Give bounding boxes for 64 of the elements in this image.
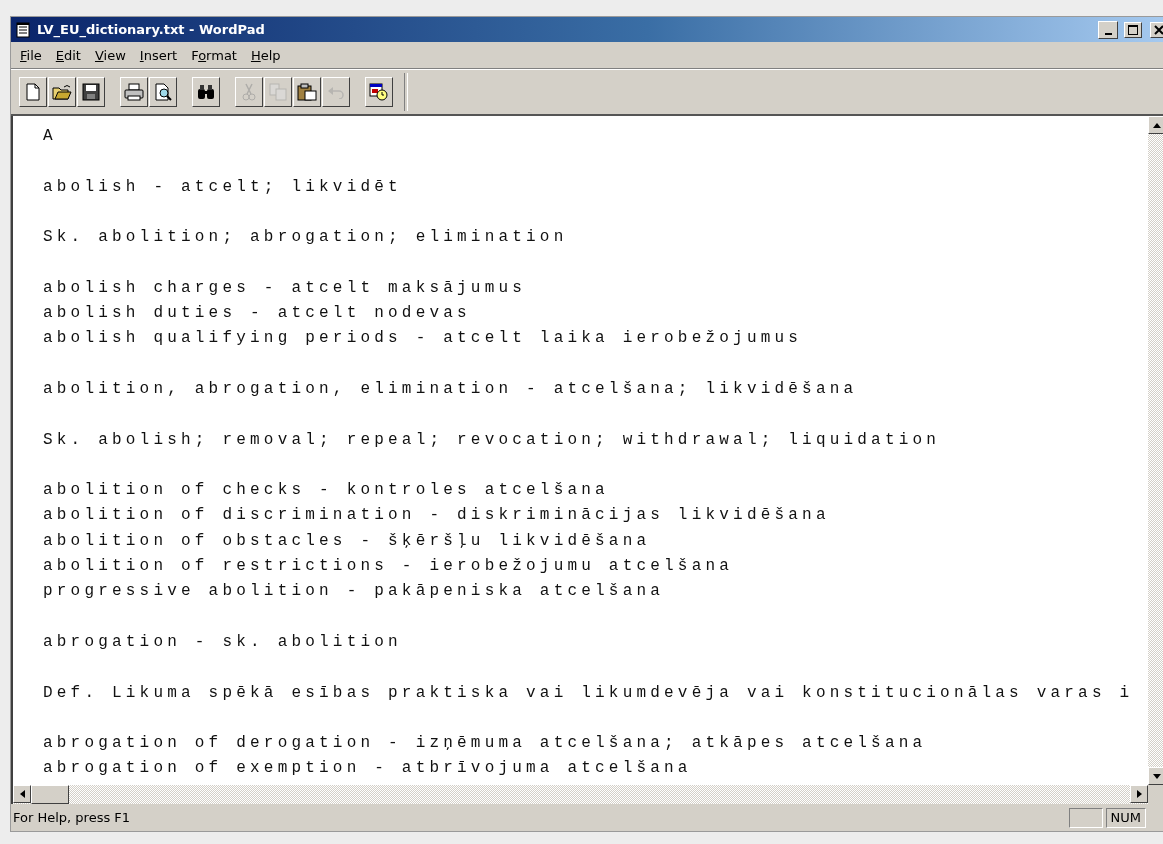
minimize-button[interactable] [1098,20,1118,39]
menu-item[interactable]: Insert [132,47,185,63]
text-line: abolish qualifying periods - atcelt laika ierobežojumus [43,328,803,350]
text-line: abolition of obstacles - šķēršļu likvidēšana [43,530,651,552]
close-icon [1154,24,1163,35]
toolbar-button[interactable] [365,77,393,107]
binoculars-icon [196,83,216,101]
scroll-up-button[interactable] [1148,116,1163,134]
toolbar-button[interactable] [48,77,76,107]
status-panel [1068,807,1103,828]
menu-item[interactable]: Format [184,47,244,63]
printer-icon [124,83,144,101]
folder-icon [52,83,72,101]
text-line: abolition of restrictions - ierobežojumu atcelšana [43,556,734,578]
toolbar-button[interactable] [120,77,148,107]
toolbar-button[interactable] [77,77,105,107]
text-line: abolition of discrimination - diskriminācijas likvidēšana [43,505,830,527]
notepad-icon [15,21,31,38]
status-panel: NUM [1105,807,1146,828]
text-line: progressive abolition - pakāpeniska atcelšana [43,581,665,603]
close-button[interactable] [1150,21,1163,38]
text-line: abolition of checks - kontroles atcelšana [43,480,609,502]
text-line: Def. Likuma spēkā esības praktiska vai likumdevēja vai konstitucionālas varas i [43,682,1134,704]
maximize-button[interactable] [1124,21,1142,38]
text-line: Sk. abolish; removal; repeal; revocation; withdrawal; liquidation [43,429,941,451]
menu-item[interactable]: View [87,47,133,63]
left-arrow-icon [19,790,25,798]
two-pages-icon [269,83,287,101]
text-line: abolish charges - atcelt maksājumus [43,277,527,299]
calendar-clock-icon [369,83,389,101]
scroll-right-button[interactable] [1130,785,1148,803]
menu-item[interactable]: Edit [48,47,88,63]
toolbar-button[interactable] [149,77,177,107]
text-line: abrogation - sk. abolition [43,631,402,653]
vertical-scrollbar[interactable] [1148,116,1163,785]
text-line: abrogation of exemption - atbrīvojuma atcelšana [43,758,692,780]
scroll-thumb[interactable] [31,785,69,804]
document-area[interactable] [11,116,1148,785]
text-line: Sk. abolition; abrogation; elimination [43,227,568,249]
menu-item[interactable]: File [13,47,49,63]
horizontal-scrollbar[interactable] [11,785,1148,804]
up-arrow-icon [1153,122,1161,128]
scroll-down-button[interactable] [1148,767,1163,785]
minimize-icon [1104,32,1112,35]
menu-item[interactable]: Help [243,47,288,63]
toolbar-button[interactable] [192,77,220,107]
curved-arrow-icon [327,85,345,99]
scroll-left-button[interactable] [13,785,31,803]
text-line: abrogation of derogation - izņēmuma atcelšana; atkāpes atcelšana [43,733,927,755]
scissors-icon [241,83,257,101]
page-icon [25,83,41,101]
magnifier-page-icon [154,83,172,101]
right-arrow-icon [1136,790,1142,798]
clipboard-icon [297,83,317,101]
text-line: abolish - atcelt; likvidēt [43,176,402,198]
down-arrow-icon [1153,773,1161,779]
window-title: LV_EU_dictionary.txt - WordPad [37,22,266,37]
text-line: A [43,126,57,147]
toolbar-button[interactable] [293,77,321,107]
toolbar-button[interactable] [19,77,47,107]
status-text: For Help, press F1 [12,810,132,825]
text-line: abolition, abrogation, elimination - atcelšana; likvidēšana [43,378,858,400]
text-line: abolish duties - atcelt nodevas [43,303,471,325]
maximize-icon [1128,24,1138,35]
